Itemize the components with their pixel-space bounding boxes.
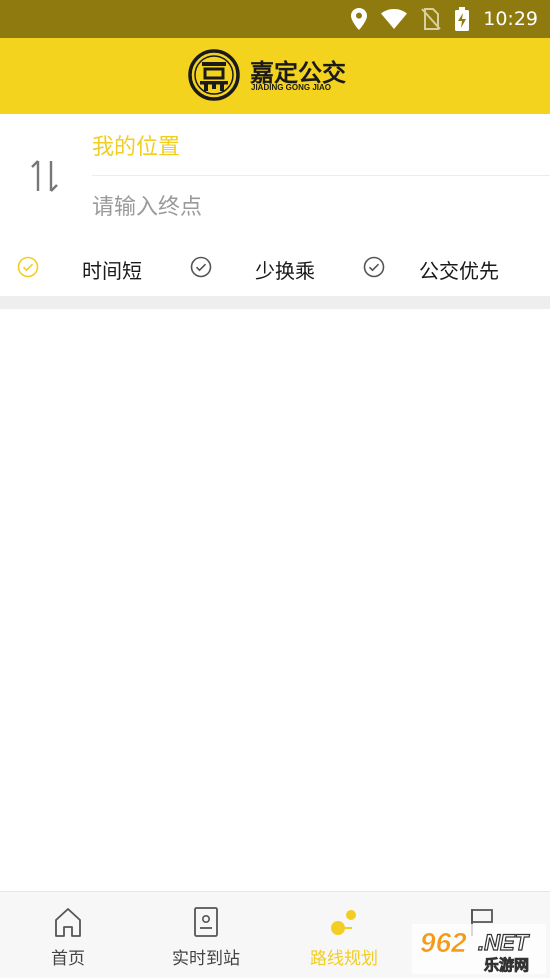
swap-vertical-icon[interactable] (30, 158, 60, 194)
home-icon (55, 908, 81, 937)
origin-text: 我的位置 (92, 134, 181, 160)
check-circle-icon (363, 256, 385, 278)
logo-emblem-icon (188, 49, 240, 101)
destination-input[interactable] (92, 194, 512, 220)
logo-text-en: JIADING GONG JIAO (251, 83, 332, 92)
wifi-icon (381, 9, 408, 29)
destination-field[interactable] (92, 176, 550, 238)
origin-field[interactable]: 我的位置 (92, 114, 550, 176)
results-area (0, 309, 550, 891)
app-header: 嘉定公交 JIADING GONG JIAO (0, 38, 550, 114)
app-logo: 嘉定公交 JIADING GONG JIAO (188, 49, 360, 103)
route-input-panel: 我的位置 (0, 114, 550, 238)
status-time: 10:29 (483, 8, 538, 30)
option-label: 公交优先 (419, 259, 499, 283)
nav-label: 首页 (51, 949, 85, 969)
route-preference-options: 时间短 少换乘 公交优先 (0, 238, 550, 296)
svg-text:.NET: .NET (478, 930, 530, 955)
svg-text:乐游网: 乐游网 (484, 956, 529, 974)
option-shortest-time[interactable]: 时间短 (0, 238, 170, 296)
status-bar: 10:29 (0, 0, 550, 38)
section-divider (0, 296, 550, 309)
realtime-arrival-icon (194, 907, 218, 937)
nav-item-home[interactable]: 首页 (8, 892, 128, 978)
battery-charging-icon (455, 7, 470, 31)
nav-item-route-plan[interactable]: 路线规划 (284, 892, 404, 978)
option-label: 少换乘 (255, 259, 315, 283)
option-bus-priority[interactable]: 公交优先 (345, 238, 550, 296)
nav-item-realtime[interactable]: 实时到站 (146, 892, 266, 978)
location-icon (351, 8, 368, 30)
no-sim-icon (421, 8, 441, 30)
route-plan-icon (331, 910, 356, 935)
svg-text:962: 962 (420, 927, 467, 958)
site-watermark-logo: 962 .NET 乐游网 (412, 924, 546, 974)
check-circle-icon (17, 256, 39, 278)
option-label: 时间短 (82, 259, 142, 283)
nav-label: 实时到站 (172, 949, 240, 969)
status-icons: 10:29 (351, 6, 538, 32)
option-fewer-transfers[interactable]: 少换乘 (170, 238, 345, 296)
check-circle-icon (190, 256, 212, 278)
nav-label: 路线规划 (310, 949, 378, 969)
